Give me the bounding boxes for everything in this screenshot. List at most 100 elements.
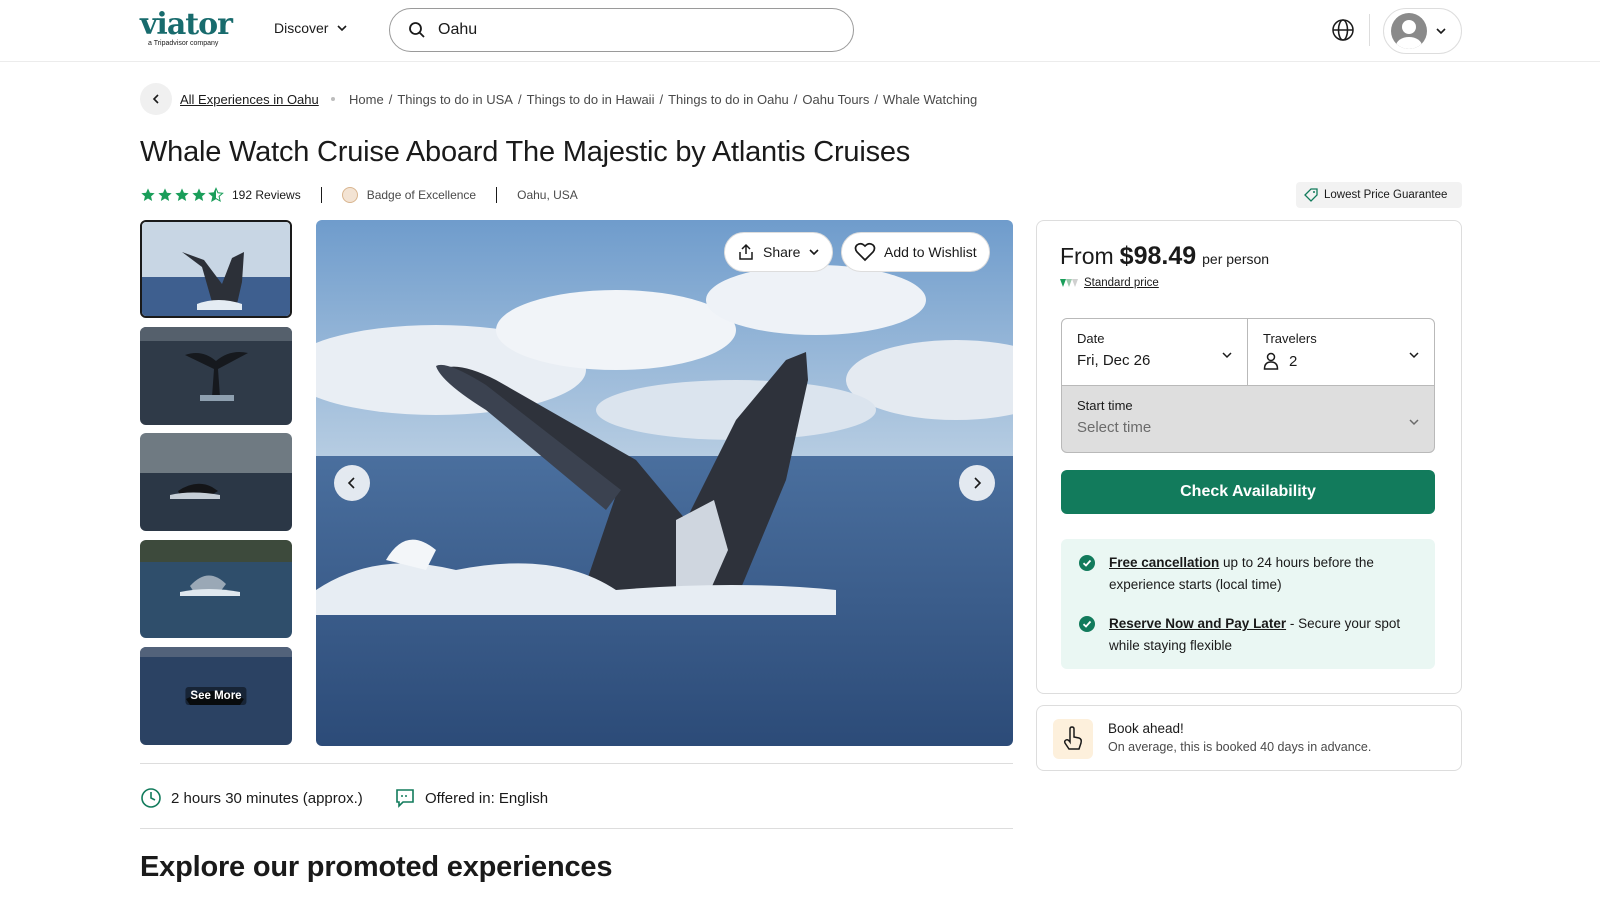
price-display: From $98.49 per person (1060, 242, 1269, 271)
reserve-now-link[interactable]: Reserve Now and Pay Later (1109, 616, 1286, 631)
star-icon (175, 188, 189, 201)
badge-icon (341, 187, 358, 203)
see-more-label: See More (185, 687, 247, 705)
viator-logo[interactable]: viator a Tripadvisor company (140, 10, 244, 50)
person-icon (1263, 352, 1279, 370)
start-time-placeholder: Select time (1077, 419, 1152, 436)
tag-icon (1304, 188, 1318, 202)
gallery-next-button[interactable] (959, 465, 995, 501)
breadcrumb-usa[interactable]: Things to do in USA (397, 92, 513, 107)
breadcrumb-separator: / (517, 92, 522, 107)
free-cancellation-link[interactable]: Free cancellation (1109, 555, 1219, 570)
language-info: Offered in: English (394, 787, 548, 809)
date-value: Fri, Dec 26 (1077, 352, 1151, 369)
meta-divider (320, 187, 322, 203)
check-availability-button[interactable]: Check Availability (1061, 470, 1435, 514)
standard-price-link[interactable]: Standard price (1084, 277, 1159, 289)
share-button[interactable]: Share (724, 232, 834, 272)
start-time-label: Start time (1077, 398, 1133, 413)
chevron-down-icon (1222, 352, 1232, 359)
globe-icon[interactable] (1330, 17, 1356, 43)
breadcrumb-whale-watching[interactable]: Whale Watching (883, 92, 977, 107)
breadcrumb-separator: / (793, 92, 798, 107)
back-button[interactable] (140, 83, 172, 115)
price-per-label: per person (1202, 251, 1270, 267)
book-ahead-subtitle: On average, this is booked 40 days in ad… (1108, 740, 1372, 754)
chevron-down-icon (1436, 28, 1446, 35)
breadcrumb-separator: / (659, 92, 664, 107)
page-title: Whale Watch Cruise Aboard The Majestic b… (140, 136, 911, 168)
gallery-thumbnail-see-more[interactable]: See More (140, 647, 292, 745)
chevron-right-icon (974, 477, 982, 489)
travelers-select[interactable]: Travelers 2 (1247, 318, 1435, 386)
chat-bubble-icon (396, 789, 414, 808)
travelers-value: 2 (1289, 352, 1298, 370)
chevron-down-icon (1409, 419, 1419, 426)
gallery-thumbnail[interactable] (140, 220, 292, 318)
header-divider (1369, 14, 1370, 46)
booking-perks: Free cancellation up to 24 hours before … (1061, 539, 1435, 669)
breadcrumb-oahu[interactable]: Things to do in Oahu (668, 92, 789, 107)
add-to-wishlist-button[interactable]: Add to Wishlist (841, 232, 990, 272)
star-icon (141, 188, 155, 201)
lowest-price-label: Lowest Price Guarantee (1324, 189, 1448, 201)
gallery-thumbnail[interactable] (140, 540, 292, 638)
breadcrumb-oahu-tours[interactable]: Oahu Tours (802, 92, 869, 107)
discover-label: Discover (274, 20, 329, 36)
perk-free-cancellation: Free cancellation up to 24 hours before … (1079, 552, 1419, 596)
duration-info: 2 hours 30 minutes (approx.) (140, 787, 363, 809)
chevron-down-icon (337, 25, 348, 32)
clock-icon (141, 788, 161, 808)
check-circle-icon (1079, 616, 1095, 632)
share-label: Share (763, 244, 801, 260)
breadcrumb-dot (331, 97, 335, 101)
travelers-value-wrap: 2 (1263, 352, 1297, 370)
search-bar[interactable] (389, 8, 854, 52)
check-circle-icon (1079, 555, 1095, 571)
main-gallery-image[interactable] (316, 220, 1013, 746)
breadcrumb-separator: / (874, 92, 879, 107)
star-half-icon (208, 187, 224, 203)
logo-tagline: a Tripadvisor company (148, 40, 219, 47)
chevron-left-icon (152, 94, 159, 104)
book-ahead-title: Book ahead! (1108, 721, 1184, 736)
wishlist-label: Add to Wishlist (884, 244, 977, 260)
rating-stars[interactable] (140, 187, 224, 203)
breadcrumb-hawaii[interactable]: Things to do in Hawaii (527, 92, 655, 107)
gallery-thumbnail[interactable] (140, 327, 292, 425)
logo-wordmark: viator (140, 7, 233, 42)
hand-pointer-icon (1053, 719, 1093, 759)
star-icon (158, 188, 172, 201)
gallery-prev-button[interactable] (334, 465, 370, 501)
date-label: Date (1077, 331, 1105, 346)
product-meta: 192 Reviews Badge of Excellence Oahu, US… (140, 185, 578, 205)
start-time-select[interactable]: Start time Select time (1061, 385, 1435, 453)
price-from-label: From (1060, 243, 1114, 269)
reviews-link[interactable]: 192 Reviews (232, 188, 301, 202)
star-icon (192, 188, 206, 201)
date-select[interactable]: Date Fri, Dec 26 (1061, 318, 1248, 386)
language-label: Offered in: English (425, 789, 549, 807)
breadcrumb-home[interactable]: Home (349, 92, 384, 107)
travelers-label: Travelers (1263, 331, 1317, 346)
heart-icon (854, 242, 876, 262)
chevron-down-icon (1409, 352, 1419, 359)
site-header: viator a Tripadvisor company Discover (0, 0, 1600, 62)
divider (140, 763, 1013, 764)
all-experiences-link[interactable]: All Experiences in Oahu (180, 92, 319, 107)
gallery-thumbnail[interactable] (140, 433, 292, 531)
chevron-down-icon (809, 249, 819, 256)
search-icon (409, 22, 425, 38)
avatar (1391, 13, 1427, 49)
location-label: Oahu, USA (517, 188, 578, 202)
lowest-price-guarantee[interactable]: Lowest Price Guarantee (1296, 182, 1462, 208)
duration-label: 2 hours 30 minutes (approx.) (171, 789, 363, 807)
discover-menu[interactable]: Discover (274, 20, 348, 36)
perk-reserve-now: Reserve Now and Pay Later - Secure your … (1079, 613, 1419, 657)
promoted-heading: Explore our promoted experiences (140, 851, 613, 883)
price-value: $98.49 (1119, 242, 1197, 270)
account-menu[interactable] (1383, 8, 1462, 54)
search-input[interactable] (438, 21, 818, 39)
price-indicator-icon (1060, 279, 1078, 287)
chevron-left-icon (347, 477, 355, 489)
